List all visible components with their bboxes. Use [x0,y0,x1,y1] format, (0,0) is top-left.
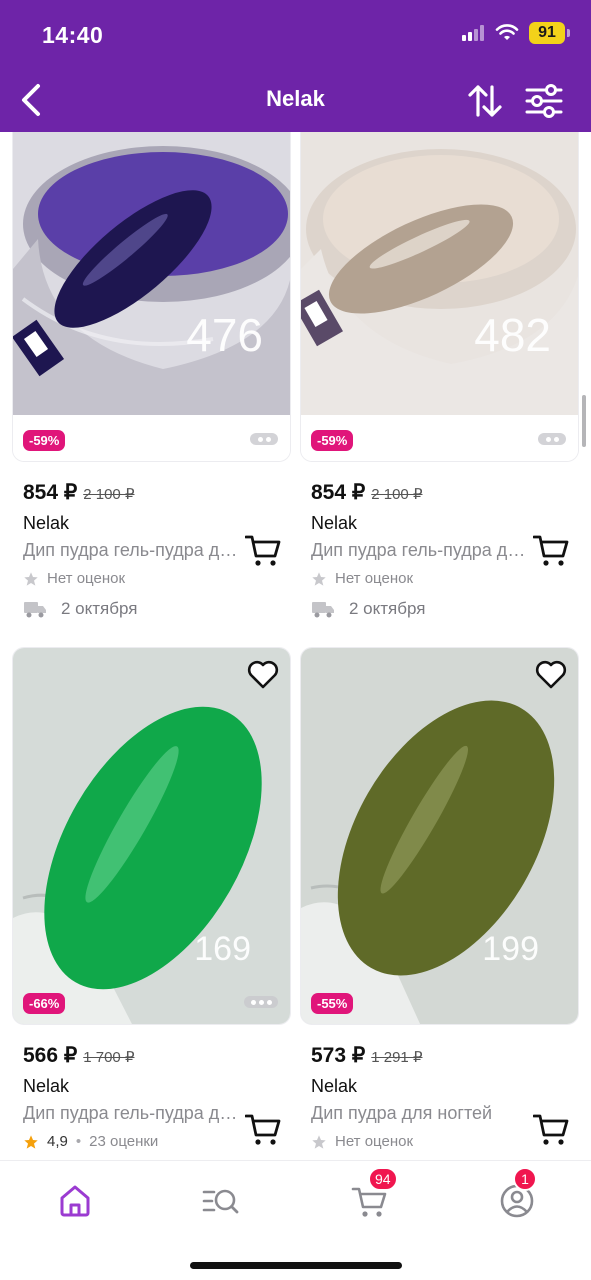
tab-profile[interactable]: 1 [497,1167,537,1221]
product-title: Дип пудра для ногтей [311,1103,493,1123]
tab-home[interactable] [55,1181,95,1221]
product-title: Дип пудра гель-пудра для ногтей [23,540,243,560]
home-indicator [190,1262,402,1269]
rating-row: Нет оценок [311,570,579,587]
photo-pager-dots [538,433,566,445]
filter-icon[interactable] [524,82,564,120]
product-photo[interactable]: 169 -66% [12,647,291,1025]
wifi-icon [495,24,519,40]
rating-text: Нет оценок [47,570,126,587]
discount-badge: -55% [311,993,354,1014]
cart-count-badge: 94 [368,1167,398,1191]
add-to-cart-icon[interactable] [245,534,281,568]
add-to-cart-icon[interactable] [533,534,569,568]
scrollbar-thumb[interactable] [582,395,586,447]
product-card[interactable]: 476 -59% 854 ₽ 2 100 ₽ Nelak Дип пудра г… [12,132,291,619]
product-image: 199 [301,648,578,1024]
photo-number-label: 482 [474,309,551,361]
photo-number-label: 199 [482,930,539,968]
status-time: 14:40 [42,22,104,48]
screen: 14:40 91 Nelak 476 -59% 854 ₽ 2 100 ₽ Ne… [0,0,591,1280]
delivery-row: 2 октября [23,599,291,619]
photo-number-label: 476 [186,309,263,361]
price: 854 ₽ [23,481,78,504]
badge-row: -55% [311,993,354,1014]
price: 854 ₽ [311,481,366,504]
profile-notification-badge: 1 [513,1167,537,1191]
brand-name: Nelak [23,1076,70,1096]
delivery-truck-icon [24,602,46,618]
product-card[interactable]: 199 -55% 573 ₽ 1 291 ₽ Nelak Дип пудра д… [300,647,579,1150]
add-to-cart-icon[interactable] [245,1113,281,1147]
rating-row: Нет оценок [23,570,291,587]
product-image: 169 [13,648,290,1024]
status-icons: 91 [461,22,570,44]
photo-pager-dots [244,996,278,1008]
rating-text: Нет оценок [335,570,414,587]
discount-badge: -66% [23,993,66,1014]
product-photo[interactable]: 482 -59% [300,132,579,462]
star-icon [24,1134,38,1149]
delivery-date: 2 октября [61,599,138,618]
price-row: 854 ₽ 2 100 ₽ [23,480,291,505]
delivery-date: 2 октября [349,599,426,618]
product-title: Дип пудра гель-пудра для ногтей [311,540,531,560]
separator-dot: • [75,1133,82,1150]
product-card[interactable]: 482 -59% 854 ₽ 2 100 ₽ Nelak Дип пудра г… [300,132,579,619]
brand-name: Nelak [311,513,358,533]
photo-pager-dots [250,433,278,445]
old-price: 1 291 ₽ [371,1049,423,1066]
brand-name: Nelak [23,513,70,533]
app-header: 14:40 91 Nelak [0,0,591,132]
photo-number-label: 169 [194,930,251,968]
home-icon [60,1185,90,1217]
product-image: 476 [13,132,290,415]
sort-icon[interactable] [466,82,504,120]
price: 566 ₽ [23,1044,78,1067]
discount-badge: -59% [23,430,66,451]
old-price: 2 100 ₽ [83,486,135,503]
favorite-heart-icon[interactable] [246,658,280,692]
star-icon [24,571,38,586]
product-image: 482 [301,132,578,415]
badge-row: -59% [311,430,354,451]
battery-indicator: 91 [529,22,570,44]
favorite-heart-icon[interactable] [534,658,568,692]
product-photo[interactable]: 476 -59% [12,132,291,462]
cellular-signal-icon [462,25,484,41]
brand-name: Nelak [311,1076,358,1096]
tab-cart[interactable]: 94 [350,1167,398,1221]
price-row: 573 ₽ 1 291 ₽ [311,1043,579,1068]
discount-badge: -59% [311,430,354,451]
product-title: Дип пудра гель-пудра для ногтей [23,1103,243,1123]
delivery-row: 2 октября [311,599,579,619]
star-icon [312,1134,326,1149]
product-card[interactable]: 169 -66% 566 ₽ 1 700 ₽ Nelak Дип пудра г… [12,647,291,1150]
product-grid: 476 -59% 854 ₽ 2 100 ₽ Nelak Дип пудра г… [0,132,591,1160]
badge-row: -59% [23,430,66,451]
nav-bar: Nelak [0,70,591,130]
price-row: 854 ₽ 2 100 ₽ [311,480,579,505]
rating-count: 23 оценки [89,1133,159,1150]
star-icon [312,571,326,586]
add-to-cart-icon[interactable] [533,1113,569,1147]
price: 573 ₽ [311,1044,366,1067]
rating-value: 4,9 [47,1133,68,1150]
product-photo[interactable]: 199 -55% [300,647,579,1025]
old-price: 2 100 ₽ [371,486,423,503]
rating-text: Нет оценок [335,1133,414,1150]
catalog-search-icon [202,1189,239,1214]
old-price: 1 700 ₽ [83,1049,135,1066]
tab-catalog[interactable] [200,1181,240,1221]
price-row: 566 ₽ 1 700 ₽ [23,1043,291,1068]
badge-row: -66% [23,993,66,1014]
delivery-truck-icon [312,602,334,618]
